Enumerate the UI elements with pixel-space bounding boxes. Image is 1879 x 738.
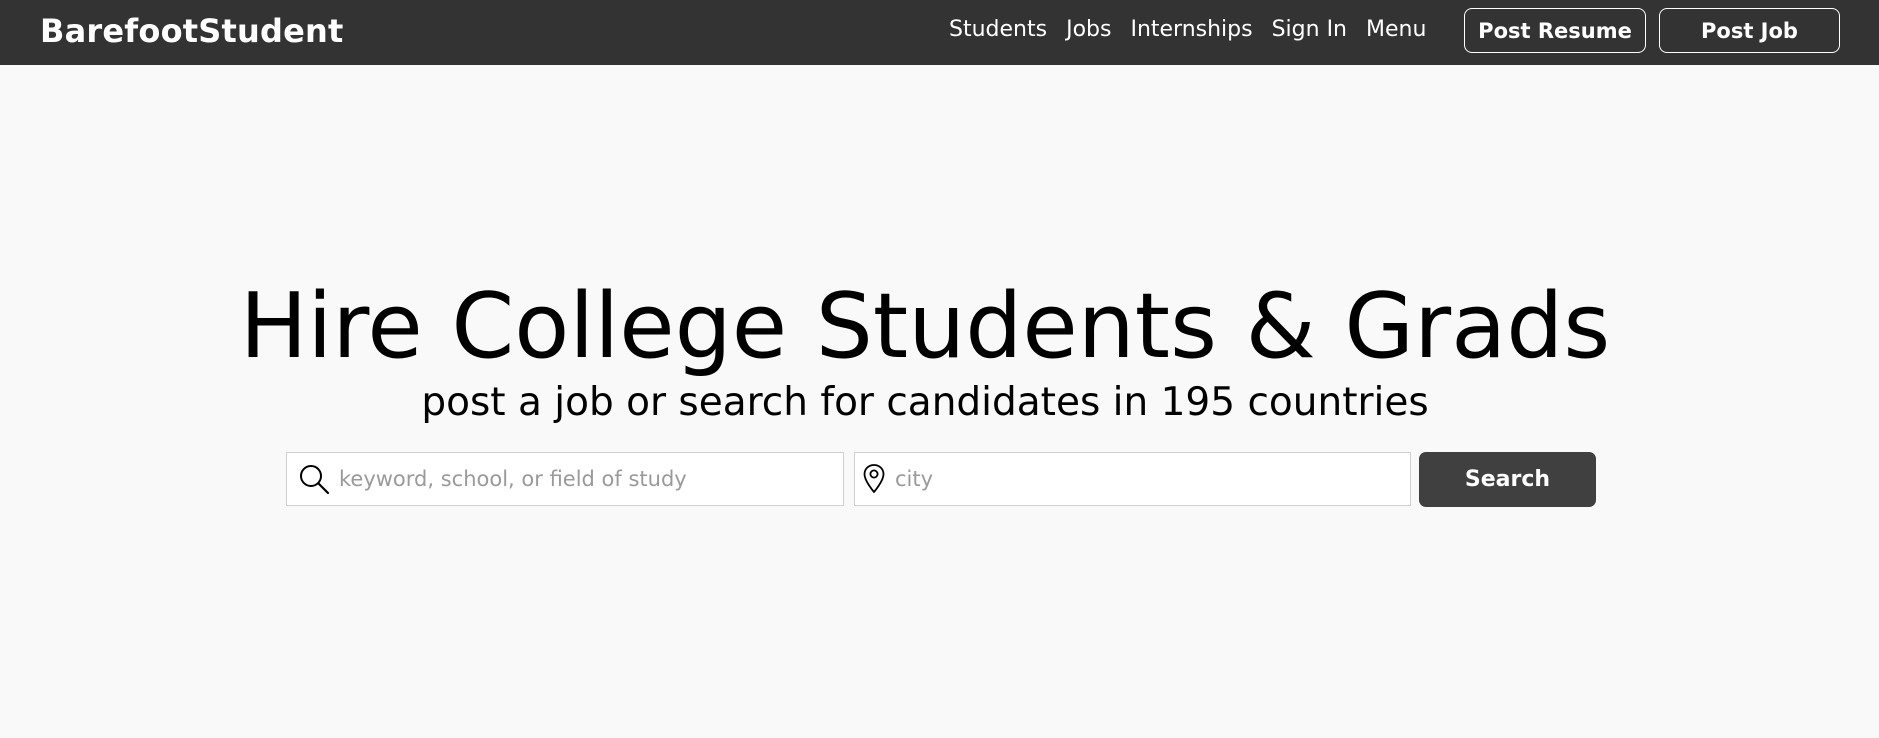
post-resume-button[interactable]: Post Resume — [1464, 8, 1646, 53]
top-navigation-bar: BarefootStudent Students Jobs Internship… — [0, 0, 1879, 65]
main-nav: Students Jobs Internships Sign In Menu — [949, 14, 1445, 46]
search-icon — [287, 452, 337, 506]
nav-link-jobs[interactable]: Jobs — [1066, 14, 1111, 46]
map-pin-icon — [855, 452, 893, 506]
nav-link-sign-in[interactable]: Sign In — [1272, 14, 1347, 46]
city-input[interactable] — [893, 454, 1410, 504]
search-button[interactable]: Search — [1419, 452, 1596, 507]
nav-link-menu[interactable]: Menu — [1366, 14, 1426, 46]
post-job-button[interactable]: Post Job — [1659, 8, 1840, 53]
nav-link-internships[interactable]: Internships — [1130, 14, 1252, 46]
hero-title: Hire College Students & Grads — [239, 274, 1611, 379]
site-logo[interactable]: BarefootStudent — [40, 11, 343, 51]
city-search-field[interactable] — [854, 452, 1411, 506]
keyword-search-field[interactable] — [286, 452, 844, 506]
hero-subtitle: post a job or search for candidates in 1… — [421, 380, 1429, 425]
keyword-input[interactable] — [337, 454, 843, 504]
nav-link-students[interactable]: Students — [949, 14, 1047, 46]
